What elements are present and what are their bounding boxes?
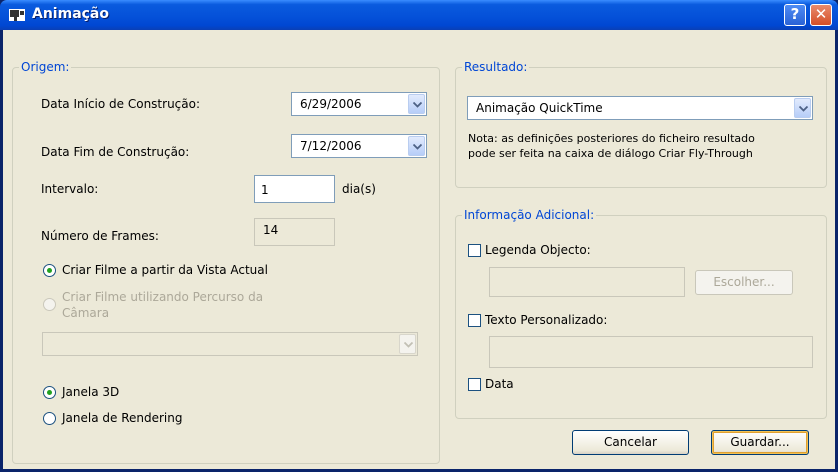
num-frames-field: 14 <box>254 218 335 246</box>
data-fim-label: Data Fim de Construção: <box>41 145 190 159</box>
escolher-button[interactable]: Escolher... <box>695 270 793 295</box>
radio-percurso-label-line1[interactable]: Criar Filme utilizando Percurso da <box>62 290 263 304</box>
dialog-window: Animação ? ✕ Origem: Data Início de Cons… <box>0 0 838 472</box>
resultado-note-line2: pode ser feita na caixa de diálogo Criar… <box>468 147 753 160</box>
intervalo-label: Intervalo: <box>41 182 99 196</box>
origem-group: Origem: <box>12 60 440 464</box>
save-button[interactable]: Guardar... <box>711 430 809 455</box>
radio-vista-actual[interactable] <box>43 264 56 277</box>
dialog-body: Origem: Data Início de Construção: 6/29/… <box>3 30 835 469</box>
radio-janela-rendering-label[interactable]: Janela de Rendering <box>62 411 182 425</box>
legenda-objecto-label[interactable]: Legenda Objecto: <box>485 243 591 257</box>
resultado-format-value: Animação QuickTime <box>476 101 603 115</box>
cancel-button[interactable]: Cancelar <box>572 430 689 455</box>
resultado-legend: Resultado: <box>464 60 528 74</box>
legenda-objecto-input[interactable] <box>489 267 685 297</box>
num-frames-label: Número de Frames: <box>41 229 159 243</box>
data-checkbox-label[interactable]: Data <box>485 377 514 391</box>
radio-janela-3d[interactable] <box>43 386 56 399</box>
data-inicio-value: 6/29/2006 <box>300 97 362 111</box>
help-button[interactable]: ? <box>784 4 806 26</box>
app-icon <box>9 9 25 21</box>
radio-janela-3d-label[interactable]: Janela 3D <box>62 385 119 399</box>
texto-personalizado-input[interactable] <box>489 336 813 368</box>
intervalo-unit: dia(s) <box>342 182 376 196</box>
radio-janela-rendering[interactable] <box>43 412 56 425</box>
chevron-down-icon[interactable] <box>794 98 811 118</box>
data-fim-value: 7/12/2006 <box>300 139 362 153</box>
radio-percurso-label-line2[interactable]: Câmara <box>62 306 109 320</box>
intervalo-field[interactable] <box>259 182 323 198</box>
texto-personalizado-label[interactable]: Texto Personalizado: <box>485 313 607 327</box>
window-title: Animação <box>32 6 109 22</box>
title-bar[interactable]: Animação ? ✕ <box>0 0 838 30</box>
texto-personalizado-checkbox[interactable] <box>468 314 481 327</box>
chevron-down-icon[interactable] <box>408 136 425 156</box>
percurso-select[interactable] <box>42 332 418 356</box>
origem-legend: Origem: <box>21 60 70 74</box>
data-checkbox[interactable] <box>468 378 481 391</box>
data-fim-select[interactable]: 7/12/2006 <box>291 134 427 158</box>
chevron-down-icon[interactable] <box>408 94 425 114</box>
legenda-objecto-checkbox[interactable] <box>468 244 481 257</box>
radio-percurso-camara[interactable] <box>43 298 56 311</box>
resultado-group: Resultado: <box>455 60 827 188</box>
data-inicio-label: Data Início de Construção: <box>41 97 201 111</box>
resultado-note-line1: Nota: as definições posteriores do fiche… <box>468 132 755 145</box>
info-legend: Informação Adicional: <box>464 208 595 222</box>
radio-vista-actual-label[interactable]: Criar Filme a partir da Vista Actual <box>62 263 268 277</box>
resultado-format-select[interactable]: Animação QuickTime <box>467 96 813 120</box>
num-frames-value: 14 <box>263 223 279 237</box>
close-button[interactable]: ✕ <box>810 4 832 26</box>
data-inicio-select[interactable]: 6/29/2006 <box>291 92 427 116</box>
chevron-down-icon[interactable] <box>399 334 416 354</box>
intervalo-input[interactable] <box>254 175 335 203</box>
